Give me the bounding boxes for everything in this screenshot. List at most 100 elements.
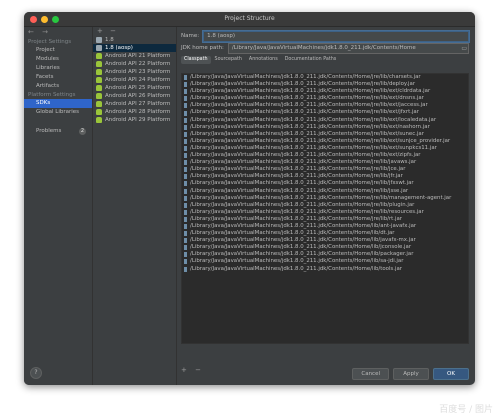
sdk-item-label: Android API 22 Platform <box>105 61 171 67</box>
classpath-entry[interactable]: /Library/Java/JavaVirtualMachines/jdk1.8… <box>182 166 468 173</box>
classpath-entry-text: /Library/Java/JavaVirtualMachines/jdk1.8… <box>190 265 402 272</box>
classpath-entry-text: /Library/Java/JavaVirtualMachines/jdk1.8… <box>190 180 414 187</box>
project-structure-window: Project Structure ← → Project Settings P… <box>24 12 475 385</box>
classpath-entry[interactable]: /Library/Java/JavaVirtualMachines/jdk1.8… <box>182 209 468 216</box>
cancel-button[interactable]: Cancel <box>352 368 389 380</box>
nav-item-libraries[interactable]: Libraries <box>24 64 92 73</box>
jar-icon <box>184 202 187 208</box>
add-path-button[interactable]: + <box>181 366 187 374</box>
jar-icon <box>184 82 187 88</box>
classpath-entry[interactable]: /Library/Java/JavaVirtualMachines/jdk1.8… <box>182 216 468 223</box>
classpath-entry[interactable]: /Library/Java/JavaVirtualMachines/jdk1.8… <box>182 244 468 251</box>
classpath-entry[interactable]: /Library/Java/JavaVirtualMachines/jdk1.8… <box>182 117 468 124</box>
classpath-entry[interactable]: /Library/Java/JavaVirtualMachines/jdk1.8… <box>182 195 468 202</box>
sdk-item[interactable]: Android API 27 Platform <box>93 100 176 108</box>
problems-item[interactable]: Problems 2 <box>24 127 92 136</box>
nav-item-modules[interactable]: Modules <box>24 55 92 64</box>
sdk-item[interactable]: Android API 23 Platform <box>93 68 176 76</box>
sdk-list-panel: + − 1.8 1.8 (aosp) Android API 21 Platform… <box>93 27 177 385</box>
title-bar: Project Structure <box>24 12 475 27</box>
classpath-entry[interactable]: /Library/Java/JavaVirtualMachines/jdk1.8… <box>182 102 468 109</box>
sdk-item[interactable]: 1.8 <box>93 36 176 44</box>
minimize-window-button[interactable] <box>41 15 48 23</box>
sdk-item-label: Android API 29 Platform <box>105 117 171 123</box>
classpath-entry[interactable]: /Library/Java/JavaVirtualMachines/jdk1.8… <box>182 258 468 265</box>
sdk-item-label: 1.8 (aosp) <box>105 45 133 51</box>
sdk-toolbar: + − <box>93 27 176 36</box>
tab-annotations[interactable]: Annotations <box>246 56 281 64</box>
classpath-list[interactable]: /Library/Java/JavaVirtualMachines/jdk1.8… <box>181 73 469 344</box>
sdk-item[interactable]: Android API 21 Platform <box>93 52 176 60</box>
classpath-entry[interactable]: /Library/Java/JavaVirtualMachines/jdk1.8… <box>182 138 468 145</box>
forward-arrow-icon[interactable]: → <box>42 28 48 36</box>
tab-sourcepath[interactable]: Sourcepath <box>212 56 245 64</box>
classpath-entry-text: /Library/Java/JavaVirtualMachines/jdk1.8… <box>190 194 452 201</box>
classpath-entry[interactable]: /Library/Java/JavaVirtualMachines/jdk1.8… <box>182 230 468 237</box>
nav-item-global-libraries[interactable]: Global Libraries <box>24 108 92 117</box>
classpath-entry-text: /Library/Java/JavaVirtualMachines/jdk1.8… <box>190 166 406 173</box>
nav-item-facets[interactable]: Facets <box>24 73 92 82</box>
classpath-entry[interactable]: /Library/Java/JavaVirtualMachines/jdk1.8… <box>182 124 468 131</box>
help-button[interactable]: ? <box>30 367 42 379</box>
add-sdk-button[interactable]: + <box>97 27 103 35</box>
classpath-entry[interactable]: /Library/Java/JavaVirtualMachines/jdk1.8… <box>182 188 468 195</box>
tab-documentation-paths[interactable]: Documentation Paths <box>282 56 340 64</box>
zoom-window-button[interactable] <box>52 15 59 23</box>
apply-button[interactable]: Apply <box>393 368 429 380</box>
jar-icon <box>184 238 187 244</box>
problems-label: Problems <box>36 128 62 134</box>
classpath-entry-text: /Library/Java/JavaVirtualMachines/jdk1.8… <box>190 95 424 102</box>
sdk-item-label: Android API 21 Platform <box>105 53 171 59</box>
ok-button[interactable]: OK <box>433 368 469 380</box>
classpath-entry[interactable]: /Library/Java/JavaVirtualMachines/jdk1.8… <box>182 251 468 258</box>
sdk-item[interactable]: 1.8 (aosp) <box>93 44 176 52</box>
classpath-entry[interactable]: /Library/Java/JavaVirtualMachines/jdk1.8… <box>182 152 468 159</box>
classpath-entry[interactable]: /Library/Java/JavaVirtualMachines/jdk1.8… <box>182 88 468 95</box>
jar-icon <box>184 153 187 159</box>
sdk-item[interactable]: Android API 29 Platform <box>93 116 176 124</box>
jar-icon <box>184 110 187 116</box>
nav-item-sdks[interactable]: SDKs <box>24 99 92 108</box>
classpath-entry[interactable]: /Library/Java/JavaVirtualMachines/jdk1.8… <box>182 202 468 209</box>
remove-path-button[interactable]: − <box>195 366 201 374</box>
classpath-entry[interactable]: /Library/Java/JavaVirtualMachines/jdk1.8… <box>182 109 468 116</box>
sdk-item[interactable]: Android API 24 Platform <box>93 76 176 84</box>
classpath-entry[interactable]: /Library/Java/JavaVirtualMachines/jdk1.8… <box>182 81 468 88</box>
classpath-entry[interactable]: /Library/Java/JavaVirtualMachines/jdk1.8… <box>182 237 468 244</box>
jar-icon <box>184 181 187 187</box>
back-arrow-icon[interactable]: ← <box>28 28 34 36</box>
name-row: Name: 1.8 (aosp) <box>177 30 475 42</box>
classpath-entry-text: /Library/Java/JavaVirtualMachines/jdk1.8… <box>190 258 404 265</box>
name-field[interactable]: 1.8 (aosp) <box>203 30 469 42</box>
classpath-entry[interactable]: /Library/Java/JavaVirtualMachines/jdk1.8… <box>182 173 468 180</box>
browse-folder-icon[interactable]: ▭ <box>461 45 467 52</box>
sdk-item-label: Android API 26 Platform <box>105 93 171 99</box>
classpath-entry-text: /Library/Java/JavaVirtualMachines/jdk1.8… <box>190 74 421 80</box>
sdk-item[interactable]: Android API 25 Platform <box>93 84 176 92</box>
classpath-entry[interactable]: /Library/Java/JavaVirtualMachines/jdk1.8… <box>182 180 468 187</box>
classpath-entry[interactable]: /Library/Java/JavaVirtualMachines/jdk1.8… <box>182 131 468 138</box>
classpath-entry-text: /Library/Java/JavaVirtualMachines/jdk1.8… <box>190 116 437 123</box>
classpath-entry[interactable]: /Library/Java/JavaVirtualMachines/jdk1.8… <box>182 74 468 81</box>
classpath-entry[interactable]: /Library/Java/JavaVirtualMachines/jdk1.8… <box>182 159 468 166</box>
android-icon <box>96 117 102 123</box>
remove-sdk-button[interactable]: − <box>110 27 116 35</box>
sdk-item[interactable]: Android API 28 Platform <box>93 108 176 116</box>
jdk-home-field[interactable]: /Library/Java/JavaVirtualMachines/jdk1.8… <box>227 42 470 54</box>
close-window-button[interactable] <box>30 15 37 23</box>
android-icon <box>96 69 102 75</box>
classpath-entry-text: /Library/Java/JavaVirtualMachines/jdk1.8… <box>190 123 430 130</box>
tab-classpath[interactable]: Classpath <box>181 56 211 64</box>
sdk-item[interactable]: Android API 26 Platform <box>93 92 176 100</box>
nav-item-artifacts[interactable]: Artifacts <box>24 82 92 91</box>
classpath-entry[interactable]: /Library/Java/JavaVirtualMachines/jdk1.8… <box>182 266 468 273</box>
sdk-item[interactable]: Android API 22 Platform <box>93 60 176 68</box>
classpath-entry[interactable]: /Library/Java/JavaVirtualMachines/jdk1.8… <box>182 95 468 102</box>
classpath-entry[interactable]: /Library/Java/JavaVirtualMachines/jdk1.8… <box>182 145 468 152</box>
classpath-entry-text: /Library/Java/JavaVirtualMachines/jdk1.8… <box>190 230 395 237</box>
project-settings-list: Project Modules Libraries Facets Artifacts <box>24 46 92 91</box>
classpath-entry-text: /Library/Java/JavaVirtualMachines/jdk1.8… <box>190 88 431 95</box>
classpath-entry-text: /Library/Java/JavaVirtualMachines/jdk1.8… <box>190 201 415 208</box>
nav-item-project[interactable]: Project <box>24 46 92 55</box>
classpath-entry[interactable]: /Library/Java/JavaVirtualMachines/jdk1.8… <box>182 223 468 230</box>
